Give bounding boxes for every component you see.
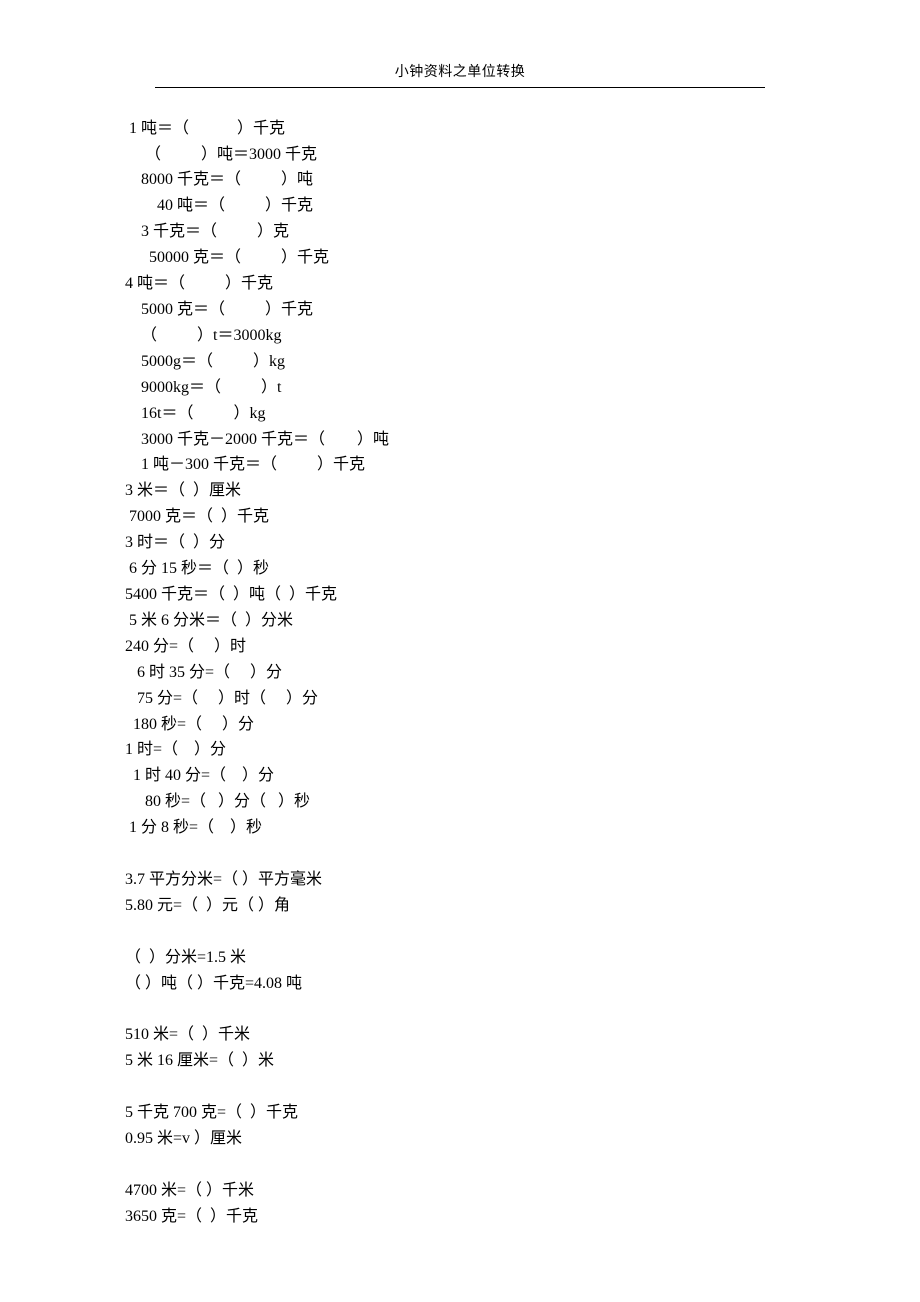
worksheet-line: 6 时 35 分=（ ）分 — [125, 660, 795, 686]
worksheet-line: 1 分 8 秒=（ ）秒 — [125, 815, 795, 841]
worksheet-line: 1 时=（ ）分 — [125, 737, 795, 763]
worksheet-content: 1 吨＝（ ）千克 （ ）吨＝3000 千克 8000 千克＝（ ）吨 40 吨… — [125, 116, 795, 1230]
worksheet-line: 240 分=（ ）时 — [125, 634, 795, 660]
worksheet-line: 75 分=（ ）时（ ）分 — [125, 686, 795, 712]
worksheet-line: 6 分 15 秒＝（ ）秒 — [125, 556, 795, 582]
worksheet-line: 5400 千克＝（ ）吨（ ）千克 — [125, 582, 795, 608]
worksheet-line — [125, 1074, 795, 1100]
worksheet-line: 80 秒=（ ）分（ ）秒 — [125, 789, 795, 815]
worksheet-line: 4700 米=（ ）千米 — [125, 1178, 795, 1204]
worksheet-line: 1 时 40 分=（ ）分 — [125, 763, 795, 789]
worksheet-line: （ ）t＝3000kg — [125, 323, 795, 349]
worksheet-line — [125, 996, 795, 1022]
worksheet-line: 3 千克＝（ ）克 — [125, 219, 795, 245]
worksheet-line: 510 米=（ ）千米 — [125, 1022, 795, 1048]
page-header-title: 小钟资料之单位转换 — [125, 62, 795, 88]
worksheet-line: 3 米＝（ ）厘米 — [125, 478, 795, 504]
worksheet-line: 9000kg＝（ ）t — [125, 375, 795, 401]
worksheet-line: 3650 克=（ ）千克 — [125, 1204, 795, 1230]
worksheet-line: 5 米 6 分米＝（ ）分米 — [125, 608, 795, 634]
worksheet-line: 0.95 米=v ）厘米 — [125, 1126, 795, 1152]
worksheet-line: 16t＝（ ）kg — [125, 401, 795, 427]
worksheet-line: 1 吨－300 千克＝（ ）千克 — [125, 452, 795, 478]
worksheet-line: 180 秒=（ ）分 — [125, 712, 795, 738]
worksheet-line — [125, 919, 795, 945]
worksheet-line: 5000g＝（ ）kg — [125, 349, 795, 375]
worksheet-line: 4 吨＝（ ）千克 — [125, 271, 795, 297]
worksheet-line: 3.7 平方分米=（ ）平方毫米 — [125, 867, 795, 893]
worksheet-line: 5000 克＝（ ）千克 — [125, 297, 795, 323]
worksheet-line: 50000 克＝（ ）千克 — [125, 245, 795, 271]
worksheet-line: 5 米 16 厘米=（ ）米 — [125, 1048, 795, 1074]
worksheet-line: （ ）分米=1.5 米 — [125, 945, 795, 971]
worksheet-line: 5.80 元=（ ）元（ ）角 — [125, 893, 795, 919]
worksheet-line: （ ）吨（ ）千克=4.08 吨 — [125, 971, 795, 997]
worksheet-line: 5 千克 700 克=（ ）千克 — [125, 1100, 795, 1126]
worksheet-line: 7000 克＝（ ）千克 — [125, 504, 795, 530]
worksheet-line: 3000 千克－2000 千克＝（ ）吨 — [125, 427, 795, 453]
worksheet-line — [125, 841, 795, 867]
worksheet-line — [125, 1152, 795, 1178]
worksheet-line: 1 吨＝（ ）千克 — [125, 116, 795, 142]
worksheet-line: （ ）吨＝3000 千克 — [125, 142, 795, 168]
worksheet-line: 8000 千克＝（ ）吨 — [125, 167, 795, 193]
worksheet-line: 40 吨＝（ ）千克 — [125, 193, 795, 219]
page: 小钟资料之单位转换 1 吨＝（ ）千克 （ ）吨＝3000 千克 8000 千克… — [0, 0, 920, 1302]
worksheet-line: 3 时＝（ ）分 — [125, 530, 795, 556]
